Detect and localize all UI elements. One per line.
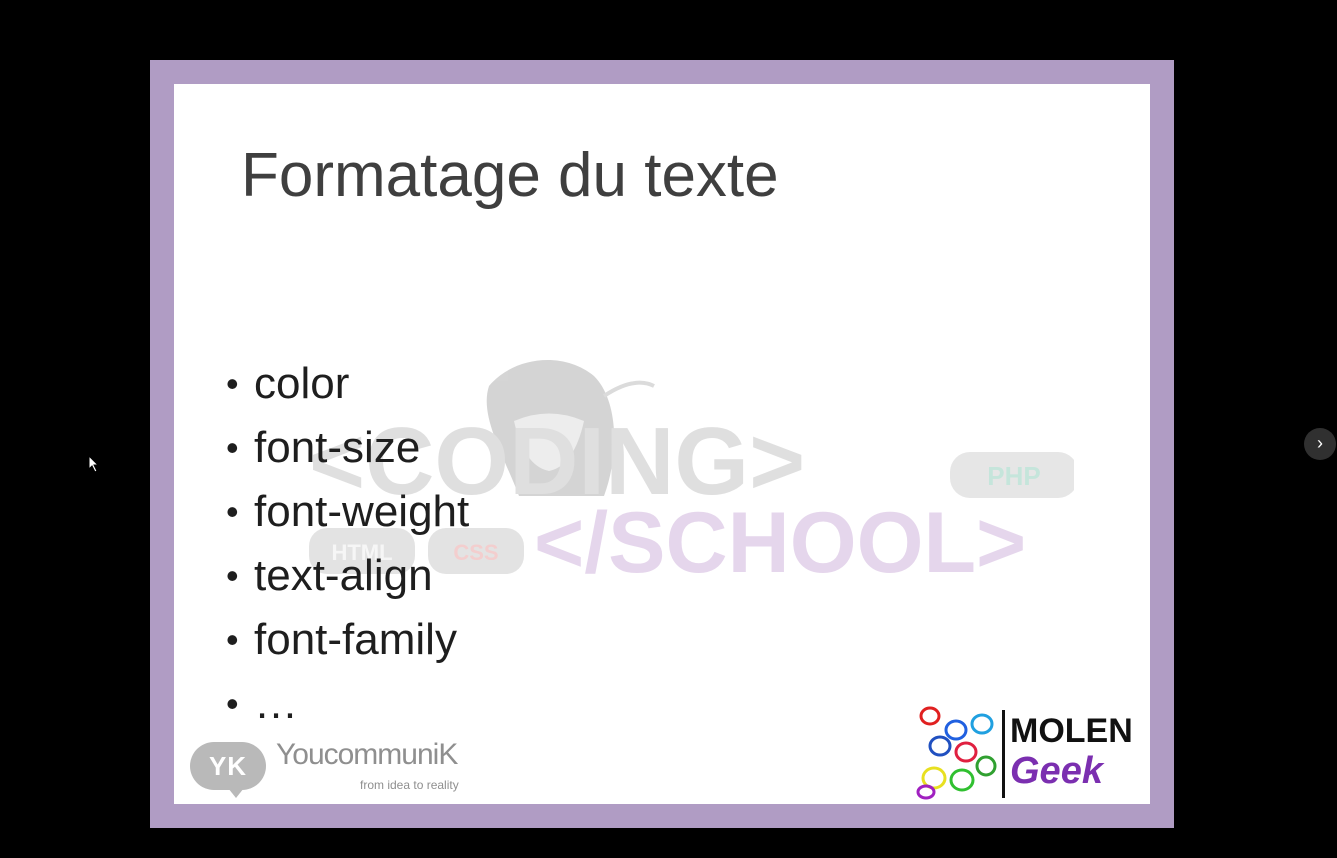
bullet-dot: • — [226, 491, 239, 532]
mouse-cursor-icon — [88, 455, 100, 473]
bullet-dot: • — [226, 363, 239, 404]
next-slide-button[interactable]: › — [1304, 428, 1336, 460]
bullet-item: •… — [226, 672, 469, 736]
bullet-dot: • — [226, 683, 239, 724]
bullet-item: • font-family — [226, 608, 469, 672]
bullet-list: • color • font-size • font-weight • text-ali… — [226, 352, 469, 736]
bullet-dot: • — [226, 619, 239, 660]
youcommunik-tagline: from idea to reality — [360, 778, 459, 792]
molengeek-divider — [1002, 710, 1005, 798]
youcommunik-name: YoucommuniK — [276, 738, 458, 771]
slide-frame: <CODING> PHP HTML CSS </SCHOOL> Formatag… — [150, 60, 1174, 828]
bullet-text: … — [254, 679, 298, 728]
glasses-icon — [916, 706, 997, 800]
yk-badge-icon: YK — [190, 742, 266, 798]
bullet-dot: • — [226, 427, 239, 468]
bullet-item: • text-align — [226, 544, 469, 608]
bullet-text: text-align — [254, 551, 433, 600]
bullet-text: font-weight — [254, 487, 470, 536]
youcommunik-logo: YK YoucommuniK from idea to reality — [190, 738, 490, 798]
slide-title: Formatage du texte — [241, 141, 779, 210]
molengeek-logo: MOLEN Geek — [916, 704, 1136, 800]
bullet-text: color — [254, 359, 350, 408]
bullet-text: font-size — [254, 423, 421, 472]
bullet-item: • font-size — [226, 416, 469, 480]
bullet-item: • color — [226, 352, 469, 416]
watermark-php: PHP — [987, 461, 1040, 491]
chevron-right-icon: › — [1317, 433, 1323, 453]
bullet-text: font-family — [254, 615, 457, 664]
slide: <CODING> PHP HTML CSS </SCHOOL> Formatag… — [174, 84, 1150, 804]
watermark-school: </SCHOOL> — [534, 495, 1026, 576]
bullet-dot: • — [226, 555, 239, 596]
molengeek-line2: Geek — [1010, 750, 1103, 792]
bullet-item: • font-weight — [226, 480, 469, 544]
molengeek-line1: MOLEN — [1010, 712, 1133, 750]
